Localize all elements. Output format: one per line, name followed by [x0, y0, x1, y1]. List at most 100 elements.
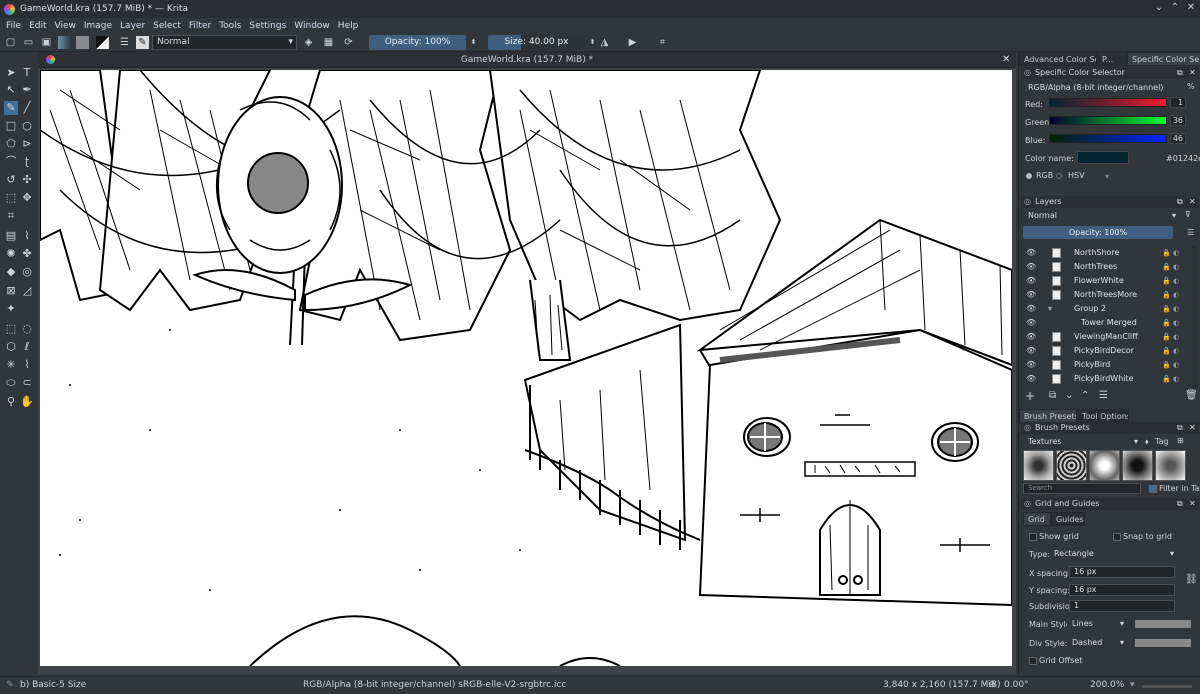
x-spacing-input[interactable]: 16 px — [1069, 566, 1175, 578]
transform-tool-icon[interactable]: ⬚ — [4, 191, 18, 205]
menu-file[interactable]: File — [2, 21, 25, 31]
edit-shapes-icon[interactable]: ↖ — [4, 83, 18, 97]
eraser-mode-icon[interactable]: ◈ — [302, 36, 315, 49]
menu-select[interactable]: Select — [149, 21, 185, 31]
layer-menu-icon[interactable]: ☰ — [1187, 228, 1194, 237]
preserve-alpha-icon[interactable]: ▦ — [322, 36, 335, 49]
fg-bg-color-icon[interactable] — [96, 36, 109, 49]
main-style-select[interactable]: Lines ▾ — [1067, 618, 1127, 630]
menu-filter[interactable]: Filter — [185, 21, 215, 31]
fill-tool-icon[interactable]: ◆ — [4, 265, 18, 279]
close-window-icon[interactable]: ✕ — [1184, 2, 1198, 13]
grid-options-icon[interactable]: ◎ — [1024, 498, 1031, 510]
brush-presets-options-icon[interactable]: ◎ — [1024, 422, 1031, 434]
rotation-status[interactable]: 0.00° — [1004, 680, 1029, 690]
reference-image-icon[interactable]: ✦ — [4, 302, 18, 316]
layers-close-icon[interactable]: ✕ — [1189, 196, 1196, 208]
div-style-color-button[interactable] — [1135, 639, 1191, 647]
polyline-tool-icon[interactable]: ⊳ — [20, 137, 34, 151]
delete-layer-icon[interactable]: 🗑 — [1185, 390, 1198, 401]
layers-float-icon[interactable]: ⧉ — [1177, 196, 1183, 208]
measure-tool-icon[interactable]: ◿ — [20, 284, 34, 298]
layer-lock-icon[interactable]: 🔒 ◐ — [1162, 316, 1179, 330]
visibility-eye-icon[interactable]: 👁 — [1026, 330, 1036, 344]
layers-options-icon[interactable]: ◎ — [1024, 196, 1031, 208]
green-value-input[interactable]: 36 — [1170, 115, 1186, 126]
percent-toggle[interactable]: % — [1187, 82, 1195, 91]
show-grid-checkbox[interactable] — [1029, 533, 1037, 541]
layer-row[interactable]: 👁 PickyBirdDecor 🔒 ◐ — [1026, 344, 1188, 358]
visibility-eye-icon[interactable]: 👁 — [1026, 316, 1036, 330]
layer-row[interactable]: 👁 FlowerWhite 🔒 ◐ — [1026, 274, 1188, 288]
layer-row[interactable]: 👁 PickyBirdWhite 🔒 ◐ — [1026, 372, 1188, 386]
docker-options-icon[interactable]: ◎ — [1024, 67, 1031, 79]
red-channel-slider[interactable] — [1049, 98, 1167, 107]
layer-opacity-slider[interactable]: Opacity: 100% — [1023, 226, 1173, 239]
zoom-dropdown-icon[interactable]: ▾ — [1130, 680, 1135, 690]
move-layer-down-icon[interactable]: ⌄ — [1065, 390, 1073, 401]
mirror-horizontal-icon[interactable]: ◮ — [598, 36, 611, 49]
brush-preset-texture-2[interactable] — [1056, 450, 1087, 481]
brush-tag-select[interactable]: Textures ▾ — [1023, 436, 1141, 448]
layer-properties-icon[interactable]: ☰ — [1099, 390, 1108, 401]
layer-row[interactable]: 👁 Tower Merged 🔒 ◐ — [1026, 316, 1188, 330]
select-shapes-icon[interactable]: ➤ — [4, 66, 18, 80]
rotation-reset-icon[interactable]: ⊖ — [988, 680, 996, 690]
y-spacing-input[interactable]: 16 px — [1069, 584, 1175, 596]
visibility-eye-icon[interactable]: 👁 — [1026, 288, 1036, 302]
text-tool-icon[interactable]: T — [20, 66, 34, 80]
layer-blend-mode-select[interactable]: Normal ▾ — [1023, 210, 1179, 222]
menu-settings[interactable]: Settings — [245, 21, 290, 31]
grid-type-select[interactable]: Rectangle ▾ — [1049, 548, 1177, 560]
line-tool-icon[interactable]: ╱ — [20, 101, 34, 115]
layer-row[interactable]: 👁 NorthTreesMore 🔒 ◐ — [1026, 288, 1188, 302]
calligraphy-icon[interactable]: ✒ — [20, 83, 34, 97]
rectangle-tool-icon[interactable]: □ — [4, 119, 18, 133]
menu-help[interactable]: Help — [334, 21, 363, 31]
main-style-color-button[interactable] — [1135, 620, 1191, 628]
red-value-input[interactable]: 1 — [1170, 97, 1186, 108]
menu-window[interactable]: Window — [290, 21, 334, 31]
grid-offset-checkbox[interactable] — [1029, 657, 1037, 665]
size-slider[interactable]: Size: 40.00 px — [488, 35, 585, 50]
layer-lock-icon[interactable]: 🔒 ◐ — [1162, 260, 1179, 274]
assistant-tool-icon[interactable]: ⊠ — [4, 284, 18, 298]
magnetic-select-icon[interactable]: ⊂ — [20, 376, 34, 390]
float-docker-icon[interactable]: ⧉ — [1177, 67, 1183, 79]
menu-edit[interactable]: Edit — [25, 21, 50, 31]
visibility-eye-icon[interactable]: 👁 — [1026, 344, 1036, 358]
color-picker-icon[interactable]: ⌇ — [20, 229, 34, 243]
gradient-selector-icon[interactable] — [58, 36, 71, 49]
freehand-path-icon[interactable]: ʈ — [20, 155, 34, 169]
close-docker-icon[interactable]: ✕ — [1189, 67, 1196, 79]
pattern-selector-icon[interactable] — [76, 36, 89, 49]
polygon-select-icon[interactable]: ⬡ — [4, 340, 18, 354]
maximize-icon[interactable]: ⌃ — [1168, 2, 1182, 13]
blue-channel-slider[interactable] — [1049, 134, 1167, 143]
div-style-select[interactable]: Dashed ▾ — [1067, 637, 1127, 649]
menu-layer[interactable]: Layer — [116, 21, 149, 31]
layer-row[interactable]: 👁 PickyBird 🔒 ◐ — [1026, 358, 1188, 372]
colorize-mask-icon[interactable]: ✺ — [4, 247, 18, 261]
group-expand-icon[interactable]: ▾ — [1048, 302, 1052, 316]
brush-search-input[interactable]: Search — [1023, 483, 1141, 494]
similar-select-icon[interactable]: ⌇ — [20, 358, 34, 372]
mirror-vertical-icon[interactable]: ▶ — [626, 36, 639, 49]
menu-view[interactable]: View — [51, 21, 80, 31]
crop-tool-icon[interactable]: ⌗ — [4, 209, 18, 223]
blue-value-input[interactable]: 46 — [1170, 133, 1186, 144]
brush-presets-close-icon[interactable]: ✕ — [1189, 422, 1196, 434]
smart-patch-icon[interactable]: ✤ — [20, 247, 34, 261]
tag-button[interactable]: Tag — [1155, 437, 1169, 446]
add-layer-icon[interactable]: + — [1025, 389, 1035, 403]
layer-list-scrollbar[interactable] — [1192, 246, 1197, 388]
move-layer-up-icon[interactable]: ⌃ — [1081, 390, 1089, 401]
brush-preset-texture-4[interactable] — [1122, 450, 1153, 481]
brush-preset-texture-3[interactable] — [1089, 450, 1120, 481]
aspect-lock-icon[interactable]: ⛓ — [1185, 574, 1198, 585]
tab-advanced-color-selector[interactable]: Advanced Color Se... — [1019, 52, 1097, 66]
zoom-slider[interactable] — [1142, 685, 1192, 688]
layer-lock-icon[interactable]: 🔒 ◐ — [1162, 302, 1179, 316]
layer-row[interactable]: 👁 NorthShore 🔒 ◐ — [1026, 246, 1188, 260]
duplicate-layer-icon[interactable]: ⧉ — [1049, 390, 1056, 401]
